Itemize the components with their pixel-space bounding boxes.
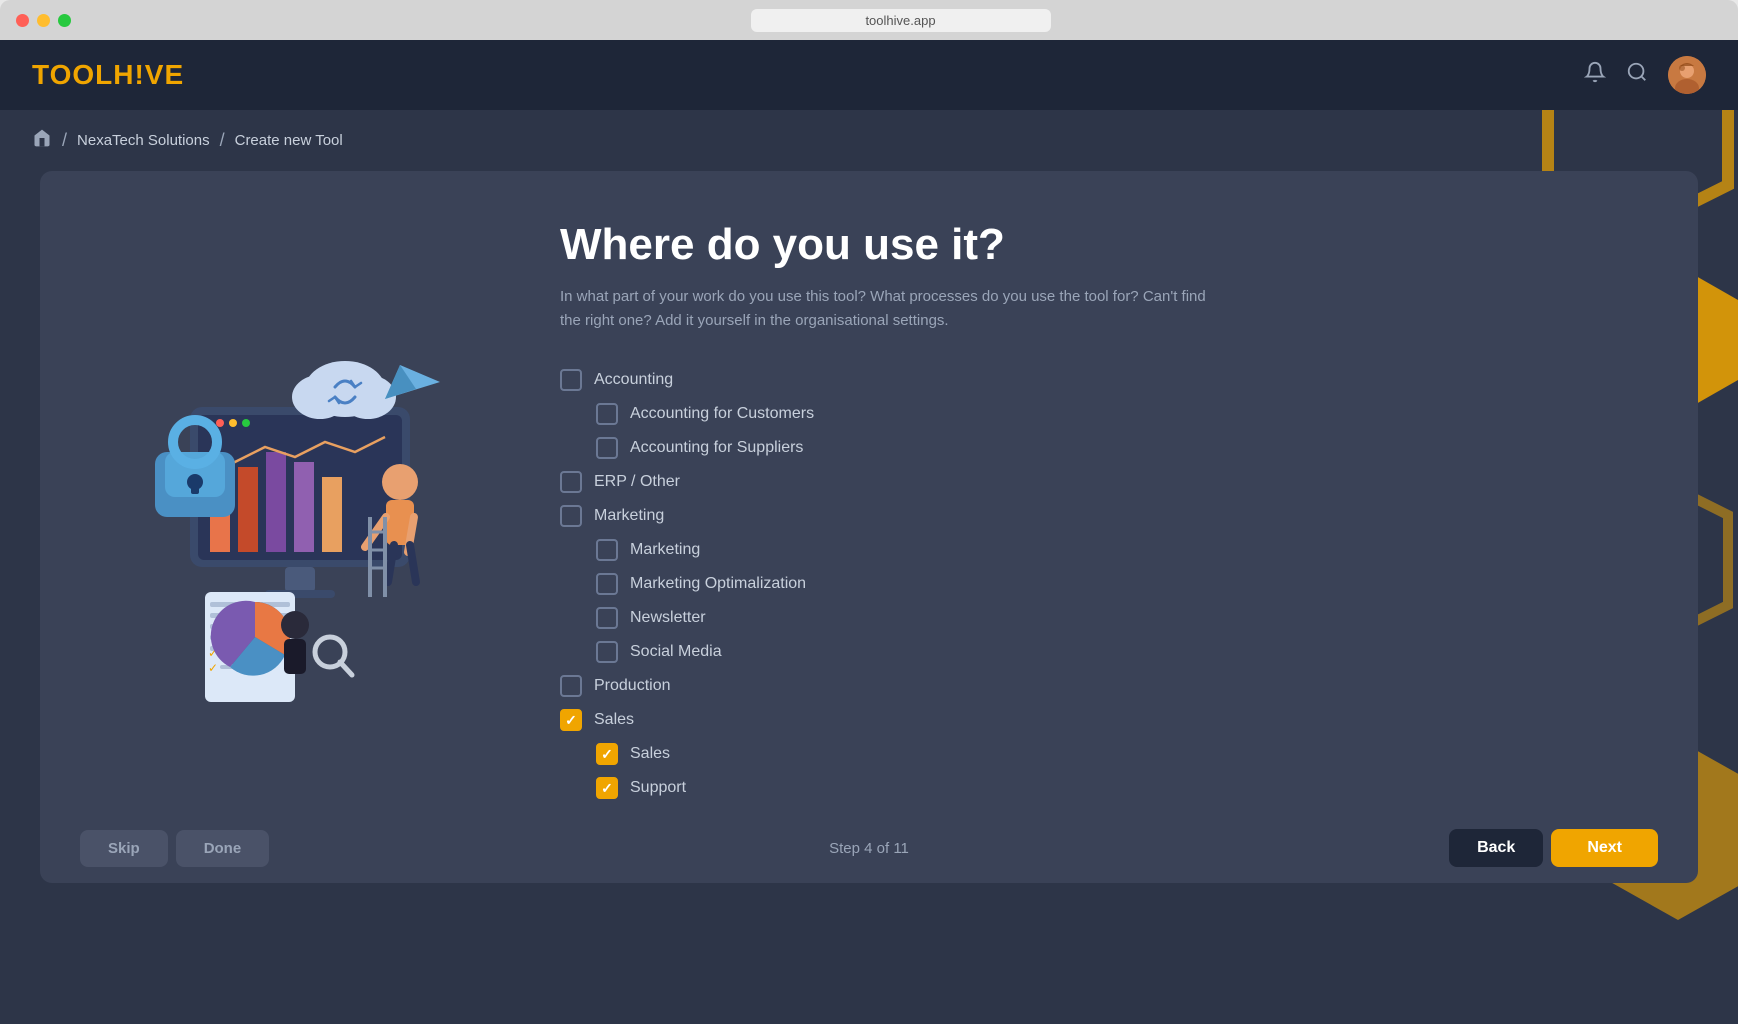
list-item: Marketing xyxy=(560,535,1658,565)
list-item: Marketing Optimalization xyxy=(560,569,1658,599)
breadcrumb-sep-1: / xyxy=(62,130,67,151)
header: TOOLH!VE xyxy=(0,40,1738,110)
avatar[interactable] xyxy=(1668,56,1706,94)
close-button[interactable] xyxy=(16,14,29,27)
checkbox-accounting-customers[interactable] xyxy=(596,403,618,425)
skip-button[interactable]: Skip xyxy=(80,830,168,867)
list-item: Sales xyxy=(560,705,1658,735)
list-item: Accounting for Suppliers xyxy=(560,433,1658,463)
label-newsletter: Newsletter xyxy=(630,609,706,627)
checkbox-sales-general[interactable] xyxy=(596,743,618,765)
back-button[interactable]: Back xyxy=(1449,829,1543,867)
step-indicator: Step 4 of 11 xyxy=(829,840,909,857)
bell-icon[interactable] xyxy=(1584,61,1606,89)
checkbox-marketing[interactable] xyxy=(560,505,582,527)
form-subtitle: In what part of your work do you use thi… xyxy=(560,285,1220,333)
checkbox-social-media[interactable] xyxy=(596,641,618,663)
header-icons xyxy=(1584,56,1706,94)
illustration-side: ✓ ✓ xyxy=(80,211,500,803)
minimize-button[interactable] xyxy=(37,14,50,27)
list-item: Accounting for Customers xyxy=(560,399,1658,429)
form-side: Where do you use it? In what part of you… xyxy=(560,211,1658,803)
breadcrumb-sep-2: / xyxy=(220,130,225,151)
list-item: Sales xyxy=(560,739,1658,769)
illustration: ✓ ✓ xyxy=(90,307,490,707)
window-chrome: toolhive.app xyxy=(0,0,1738,40)
search-icon[interactable] xyxy=(1626,61,1648,89)
app-container: TOOLH!VE xyxy=(0,40,1738,1024)
checkbox-sales[interactable] xyxy=(560,709,582,731)
content-area: ✓ ✓ Where do you use it? In what part xyxy=(40,171,1698,883)
form-title: Where do you use it? xyxy=(560,221,1658,269)
label-support: Support xyxy=(630,779,686,797)
label-marketing-optimization: Marketing Optimalization xyxy=(630,575,806,593)
url-bar: toolhive.app xyxy=(751,9,1051,32)
label-sales: Sales xyxy=(594,711,634,729)
label-accounting-suppliers: Accounting for Suppliers xyxy=(630,439,803,457)
logo: TOOLH!VE xyxy=(32,59,184,91)
breadcrumb-company[interactable]: NexaTech Solutions xyxy=(77,132,210,149)
label-erp: ERP / Other xyxy=(594,473,680,491)
list-item: Marketing xyxy=(560,501,1658,531)
breadcrumb-current: Create new Tool xyxy=(235,132,343,149)
home-icon[interactable] xyxy=(32,128,52,153)
list-item: Support xyxy=(560,773,1658,803)
label-social-media: Social Media xyxy=(630,643,722,661)
next-button[interactable]: Next xyxy=(1551,829,1658,867)
list-item: Social Media xyxy=(560,637,1658,667)
list-item: Accounting xyxy=(560,365,1658,395)
bottom-bar: Skip Done Step 4 of 11 Back Next xyxy=(80,813,1658,883)
list-item: ERP / Other xyxy=(560,467,1658,497)
checkbox-marketing-optimization[interactable] xyxy=(596,573,618,595)
list-item: Newsletter xyxy=(560,603,1658,633)
maximize-button[interactable] xyxy=(58,14,71,27)
checkbox-accounting[interactable] xyxy=(560,369,582,391)
checkbox-marketing-general[interactable] xyxy=(596,539,618,561)
checkbox-production[interactable] xyxy=(560,675,582,697)
label-marketing-general: Marketing xyxy=(630,541,700,559)
checkbox-erp[interactable] xyxy=(560,471,582,493)
bottom-left: Skip Done xyxy=(80,830,269,867)
label-marketing: Marketing xyxy=(594,507,664,525)
checkbox-tree: Accounting Accounting for Customers Acco… xyxy=(560,365,1658,803)
label-sales-general: Sales xyxy=(630,745,670,763)
checkbox-newsletter[interactable] xyxy=(596,607,618,629)
checkbox-support[interactable] xyxy=(596,777,618,799)
bottom-right: Back Next xyxy=(1449,829,1658,867)
svg-text:✓: ✓ xyxy=(208,661,218,675)
label-accounting-customers: Accounting for Customers xyxy=(630,405,814,423)
breadcrumb: / NexaTech Solutions / Create new Tool xyxy=(0,110,1738,171)
label-accounting: Accounting xyxy=(594,371,673,389)
done-button[interactable]: Done xyxy=(176,830,270,867)
list-item: Production xyxy=(560,671,1658,701)
label-production: Production xyxy=(594,677,671,695)
checkbox-accounting-suppliers[interactable] xyxy=(596,437,618,459)
